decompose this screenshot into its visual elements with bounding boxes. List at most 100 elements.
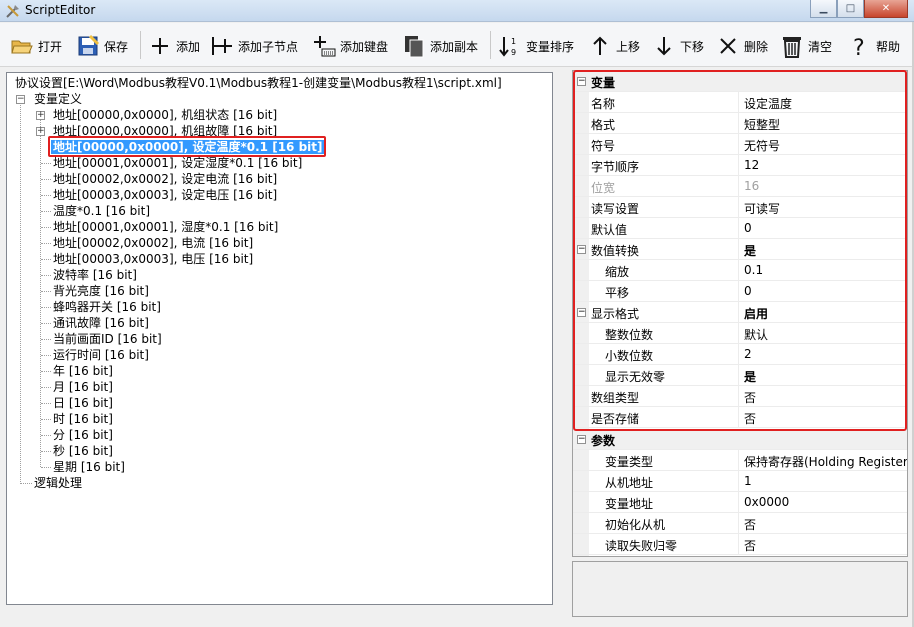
tree-item[interactable]: 蜂鸣器开关 [16 bit] <box>53 299 161 315</box>
tree-connector <box>41 275 51 276</box>
app-tools-icon <box>6 5 19 18</box>
prop-row-read-write[interactable]: 读写设置 可读写 <box>573 197 907 218</box>
prop-row-slave-address[interactable]: 从机地址 1 <box>573 471 907 492</box>
help-button[interactable]: ? 帮助 <box>848 32 900 60</box>
delete-button[interactable]: 删除 <box>716 32 768 60</box>
tree-item[interactable]: 年 [16 bit] <box>53 363 113 379</box>
add-label: 添加 <box>176 39 201 54</box>
prop-row-decimal-digits[interactable]: 小数位数 2 <box>573 344 907 365</box>
prop-row-init-slave[interactable]: 初始化从机 否 <box>573 513 907 534</box>
clear-button[interactable]: 清空 <box>780 32 832 60</box>
prop-row-storage[interactable]: 是否存储 否 <box>573 407 907 428</box>
open-button[interactable]: 打开 <box>10 32 62 60</box>
title-bar: ScriptEditor ▁ □ ✕ <box>0 0 914 22</box>
add-child-node-icon <box>212 37 232 55</box>
sort-icon: 1 9 <box>499 37 516 57</box>
tree-node-logic-processing[interactable]: 逻辑处理 <box>34 475 82 491</box>
tree-item[interactable]: 通讯故障 [16 bit] <box>53 315 149 331</box>
tree-item[interactable]: 地址[00002,0x0002], 设定电流 [16 bit] <box>53 171 277 187</box>
tree-item[interactable]: 地址[00003,0x0003], 设定电压 [16 bit] <box>53 187 277 203</box>
tree-item[interactable]: 星期 [16 bit] <box>53 459 125 475</box>
tree-connector <box>41 435 51 436</box>
protocol-tree[interactable]: 协议设置[E:\Word\Modbus教程V0.1\Modbus教程1-创建变量… <box>6 72 553 605</box>
tree-node-variable-definitions[interactable]: 变量定义 <box>34 91 82 107</box>
save-disk-icon <box>78 34 100 56</box>
tree-connector <box>41 387 51 388</box>
tree-item[interactable]: 运行时间 [16 bit] <box>53 347 149 363</box>
prop-row-display-format[interactable]: − 显示格式 启用 <box>573 302 907 323</box>
clear-label: 清空 <box>808 39 833 54</box>
tree-connector <box>40 111 41 467</box>
sort-variables-label: 变量排序 <box>526 39 575 54</box>
expand-toggle[interactable]: + <box>36 127 45 136</box>
prop-row-bit-width[interactable]: 位宽 16 <box>573 176 907 197</box>
tree-root-node[interactable]: 协议设置[E:\Word\Modbus教程V0.1\Modbus教程1-创建变量… <box>15 75 502 91</box>
move-up-button[interactable]: 上移 <box>588 32 640 60</box>
collapse-toggle[interactable]: − <box>16 95 25 104</box>
prop-row-name[interactable]: 名称 设定温度 <box>573 92 907 113</box>
tree-connector <box>41 259 51 260</box>
tree-item[interactable]: 秒 [16 bit] <box>53 443 113 459</box>
expand-toggle[interactable]: + <box>36 111 45 120</box>
tree-item[interactable]: 日 [16 bit] <box>53 395 113 411</box>
prop-row-default-value[interactable]: 默认值 0 <box>573 218 907 239</box>
plus-icon <box>152 38 168 54</box>
svg-text:9: 9 <box>511 48 516 57</box>
tree-item[interactable]: 月 [16 bit] <box>53 379 113 395</box>
prop-row-array-type[interactable]: 数组类型 否 <box>573 386 907 407</box>
tree-item[interactable]: 分 [16 bit] <box>53 427 113 443</box>
prop-row-variable-type[interactable]: 变量类型 保持寄存器(Holding Register <box>573 450 907 471</box>
tree-connector <box>41 355 51 356</box>
category-variable[interactable]: − 变量 <box>573 71 907 92</box>
tree-item[interactable]: 当前画面ID [16 bit] <box>53 331 162 347</box>
tree-connector <box>41 163 51 164</box>
add-child-button[interactable]: 添加子节点 <box>210 32 298 60</box>
prop-row-sign[interactable]: 符号 无符号 <box>573 134 907 155</box>
tree-item[interactable]: 波特率 [16 bit] <box>53 267 137 283</box>
prop-row-value-conversion[interactable]: − 数值转换 是 <box>573 239 907 260</box>
tree-connector <box>41 323 51 324</box>
toolbar-separator <box>140 31 141 59</box>
collapse-toggle[interactable]: − <box>577 435 586 444</box>
minimize-button[interactable]: ▁ <box>810 0 837 18</box>
tree-item[interactable]: 地址[00003,0x0003], 电压 [16 bit] <box>53 251 253 267</box>
tree-connector <box>20 483 32 484</box>
maximize-button[interactable]: □ <box>837 0 864 18</box>
tree-item[interactable]: 背光亮度 [16 bit] <box>53 283 149 299</box>
prop-row-show-trailing-zeros[interactable]: 显示无效零 是 <box>573 365 907 386</box>
tree-connector <box>41 467 51 468</box>
prop-row-variable-address[interactable]: 变量地址 0x0000 <box>573 492 907 513</box>
tree-connector <box>41 307 51 308</box>
help-label: 帮助 <box>876 39 901 54</box>
tree-connector <box>41 339 51 340</box>
prop-row-integer-digits[interactable]: 整数位数 默认 <box>573 323 907 344</box>
save-button[interactable]: 保存 <box>76 32 128 60</box>
trash-icon <box>783 37 801 58</box>
tree-connector <box>41 195 51 196</box>
tree-item[interactable]: 温度*0.1 [16 bit] <box>53 203 150 219</box>
prop-row-format[interactable]: 格式 短整型 <box>573 113 907 134</box>
tree-item[interactable]: 地址[00000,0x0000], 机组状态 [16 bit] <box>53 107 277 123</box>
add-button[interactable]: 添加 <box>148 32 200 60</box>
tree-item[interactable]: 地址[00001,0x0001], 湿度*0.1 [16 bit] <box>53 219 278 235</box>
open-label: 打开 <box>38 39 63 54</box>
tree-item[interactable]: 时 [16 bit] <box>53 411 113 427</box>
tree-connector <box>41 211 51 212</box>
tree-connector <box>41 291 51 292</box>
svg-text:?: ? <box>853 36 865 58</box>
prop-row-offset[interactable]: 平移 0 <box>573 281 907 302</box>
close-button[interactable]: ✕ <box>864 0 908 18</box>
prop-row-read-fail-zero[interactable]: 读取失败归零 否 <box>573 534 907 555</box>
tree-item[interactable]: 地址[00001,0x0001], 设定湿度*0.1 [16 bit] <box>53 155 302 171</box>
sort-variables-button[interactable]: 1 9 变量排序 <box>498 32 574 60</box>
add-copy-button[interactable]: 添加副本 <box>402 32 478 60</box>
prop-row-scale[interactable]: 缩放 0.1 <box>573 260 907 281</box>
add-keyboard-button[interactable]: 添加键盘 <box>312 32 388 60</box>
toolbar-separator <box>490 31 491 59</box>
collapse-toggle[interactable]: − <box>577 77 586 86</box>
move-down-button[interactable]: 下移 <box>652 32 704 60</box>
tree-connector <box>41 371 51 372</box>
tree-item[interactable]: 地址[00002,0x0002], 电流 [16 bit] <box>53 235 253 251</box>
prop-row-byte-order[interactable]: 字节顺序 12 <box>573 155 907 176</box>
category-parameters[interactable]: − 参数 <box>573 429 907 450</box>
